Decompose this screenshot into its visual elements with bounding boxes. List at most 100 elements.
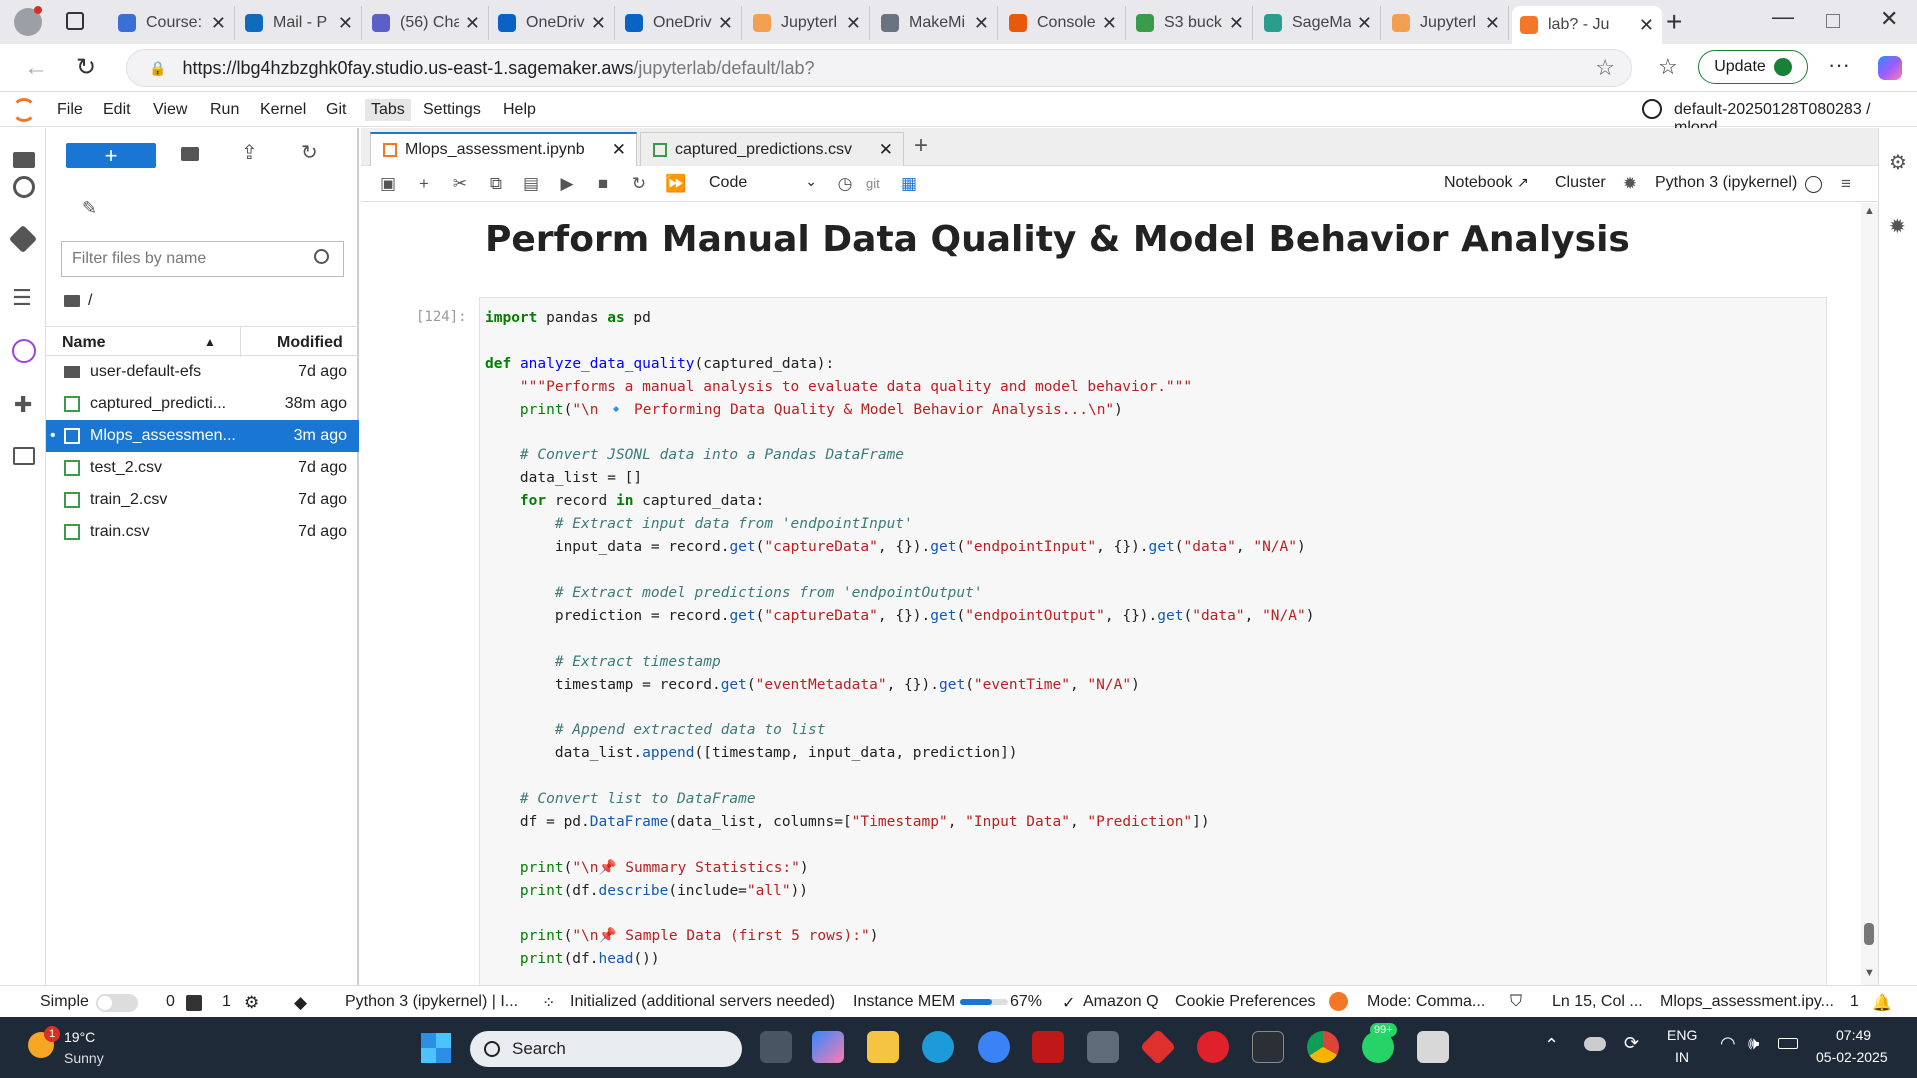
insert-cell-icon[interactable]: + — [414, 174, 434, 194]
browser-tab[interactable]: MakeMi ✕ — [873, 6, 998, 40]
scroll-down-icon[interactable]: ▼ — [1864, 967, 1875, 979]
copilot-app-icon[interactable] — [812, 1031, 844, 1063]
close-tab-icon[interactable]: ✕ — [1102, 13, 1117, 34]
name-column-header[interactable]: Name — [62, 334, 106, 352]
file-row[interactable]: user-default-efs 7d ago — [46, 356, 359, 388]
close-tab-icon[interactable]: ✕ — [612, 140, 626, 160]
wifi-icon[interactable]: ◠ — [1720, 1033, 1736, 1054]
opera-icon[interactable] — [1197, 1031, 1229, 1063]
close-tab-icon[interactable]: ✕ — [846, 13, 861, 34]
close-tab-icon[interactable]: ✕ — [1357, 13, 1372, 34]
menu-git[interactable]: Git — [326, 101, 346, 119]
copy-icon[interactable]: ⧉ — [486, 174, 506, 194]
minimize-button[interactable]: — — [1772, 4, 1794, 30]
store-icon[interactable] — [1087, 1031, 1119, 1063]
browser-tab[interactable]: Jupyterl ✕ — [1384, 6, 1509, 40]
volume-icon[interactable]: 🕪 — [1748, 1033, 1759, 1054]
favorite-star-icon[interactable]: ☆ — [1595, 55, 1615, 81]
browser-tab[interactable]: S3 buck ✕ — [1128, 6, 1253, 40]
close-tab-icon[interactable]: ✕ — [211, 13, 226, 34]
menu-view[interactable]: View — [153, 101, 187, 119]
extensions-icon[interactable]: ✚ — [14, 393, 38, 417]
menu-file[interactable]: File — [57, 101, 83, 119]
notebook-share-button[interactable]: Notebook ↗ — [1444, 174, 1529, 192]
menu-edit[interactable]: Edit — [103, 101, 131, 119]
close-tab-icon[interactable]: ✕ — [974, 13, 989, 34]
notebook-scrollbar[interactable]: ▲ ▼ — [1861, 203, 1878, 985]
terminal-app-icon[interactable] — [1252, 1031, 1284, 1063]
close-tab-icon[interactable]: ✕ — [718, 13, 733, 34]
scroll-up-icon[interactable]: ▲ — [1864, 205, 1875, 217]
file-explorer-icon[interactable] — [867, 1031, 899, 1063]
close-tab-icon[interactable]: ✕ — [591, 13, 606, 34]
battery-icon[interactable] — [1778, 1038, 1798, 1049]
file-row[interactable]: captured_predicti... 38m ago — [46, 388, 359, 420]
menu-settings[interactable]: Settings — [423, 101, 481, 119]
tab-actions-icon[interactable] — [66, 12, 84, 30]
kernel-status-text[interactable]: Python 3 (ipykernel) | I... — [345, 993, 518, 1011]
menu-tabs[interactable]: Tabs — [365, 99, 411, 121]
new-tab-button[interactable]: + — [1666, 6, 1682, 38]
sync-tray-icon[interactable]: ⟳ — [1624, 1033, 1639, 1054]
restart-run-all-icon[interactable]: ⏩ — [665, 174, 686, 194]
close-tab-icon[interactable]: ✕ — [338, 13, 353, 34]
bell-icon[interactable]: 🔔 — [1872, 993, 1892, 1013]
cursor-position[interactable]: Ln 15, Col ... — [1552, 993, 1643, 1011]
file-row[interactable]: Mlops_assessmen... 3m ago • — [46, 420, 359, 452]
browser-tab[interactable]: OneDriv ✕ — [617, 6, 742, 40]
new-folder-icon[interactable] — [181, 147, 199, 161]
servers-status[interactable]: Initialized (additional servers needed) — [570, 993, 835, 1011]
file-row[interactable]: train_2.csv 7d ago — [46, 484, 359, 516]
git-icon[interactable] — [8, 224, 38, 254]
address-bar[interactable]: 🔒 https://lbg4hzbzghk0fay.studio.us-east… — [126, 49, 1632, 87]
browser-tab[interactable]: (56) Cha ✕ — [364, 6, 489, 40]
browser-tab[interactable]: Console ✕ — [1001, 6, 1126, 40]
amazon-q-icon[interactable] — [12, 339, 36, 363]
language-top[interactable]: ENG — [1667, 1027, 1697, 1043]
git-branch-icon[interactable]: ◆ — [294, 993, 307, 1013]
reload-icon[interactable]: ↻ — [76, 53, 96, 82]
debugger-panel-icon[interactable]: ✹ — [1889, 214, 1906, 239]
notebook-mode[interactable]: Mode: Comma... — [1367, 993, 1485, 1011]
paste-icon[interactable]: ▤ — [521, 174, 541, 194]
favorites-icon[interactable]: ☆ — [1658, 54, 1678, 80]
snipping-tool-icon[interactable] — [1417, 1031, 1449, 1063]
stop-icon[interactable]: ■ — [593, 174, 613, 194]
notification-count[interactable]: 1 — [1850, 993, 1859, 1011]
history-icon[interactable]: ◷ — [835, 174, 855, 194]
git-diff-icon[interactable]: git — [866, 176, 880, 191]
browser-tab[interactable]: SageMa ✕ — [1256, 6, 1381, 40]
running-sessions-icon[interactable] — [13, 176, 35, 198]
cut-icon[interactable]: ✂ — [450, 174, 470, 194]
weather-temp[interactable]: 19°C — [64, 1029, 95, 1045]
copilot-icon[interactable] — [1878, 56, 1902, 80]
file-row[interactable]: test_2.csv 7d ago — [46, 452, 359, 484]
browser-tab[interactable]: Jupyterl ✕ — [745, 6, 870, 40]
refresh-icon[interactable]: ↻ — [301, 140, 318, 165]
toolbar-menu-icon[interactable]: ≡ — [1836, 174, 1856, 194]
anydesk-icon[interactable] — [1139, 1028, 1177, 1066]
table-of-contents-icon[interactable]: ☰ — [12, 286, 36, 310]
chrome-beta-icon[interactable] — [978, 1031, 1010, 1063]
close-tab-icon[interactable]: ✕ — [1485, 13, 1500, 34]
cell-type-select[interactable]: Code ⌄ — [709, 173, 817, 192]
modified-column-header[interactable]: Modified — [277, 334, 343, 352]
cluster-button[interactable]: Cluster — [1555, 174, 1606, 192]
simple-mode-toggle[interactable] — [96, 994, 138, 1012]
property-inspector-icon[interactable]: ⚙ — [1889, 150, 1907, 175]
new-launcher-button[interactable]: + — [66, 143, 156, 168]
run-icon[interactable]: ▶ — [557, 174, 577, 194]
tab-csv[interactable]: captured_predictions.csv ✕ — [640, 132, 904, 166]
file-browser-icon[interactable] — [13, 152, 35, 168]
browser-tab[interactable]: OneDriv ✕ — [490, 6, 615, 40]
add-tab-button[interactable]: + — [914, 132, 928, 160]
start-button-icon[interactable] — [421, 1033, 451, 1063]
breadcrumb[interactable]: / — [64, 292, 92, 310]
update-button[interactable]: Update — [1698, 50, 1808, 84]
git-clone-icon[interactable]: ✎ — [82, 198, 97, 219]
chat-icon[interactable] — [13, 447, 35, 465]
mcafee-icon[interactable] — [1032, 1031, 1064, 1063]
scroll-thumb[interactable] — [1864, 923, 1874, 945]
close-tab-icon[interactable]: ✕ — [1639, 15, 1654, 36]
browser-tab[interactable]: lab? - Ju ✕ — [1512, 6, 1662, 44]
